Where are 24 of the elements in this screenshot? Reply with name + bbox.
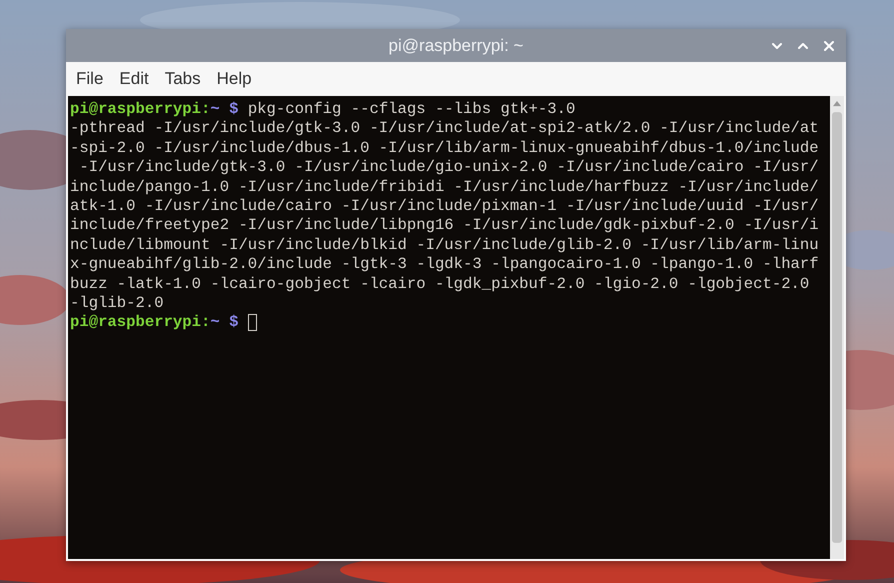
output-line: -lglib-2.0 bbox=[70, 294, 164, 314]
command-text: pkg-config --cflags --libs gtk+-3.0 bbox=[248, 100, 576, 120]
output-line: -I/usr/include/gtk-3.0 -I/usr/include/gio-unix-2.0 -I/usr/include/cairo -I/usr/ bbox=[78, 158, 819, 178]
menu-item[interactable]: File bbox=[70, 67, 110, 91]
menu-item[interactable]: Tabs bbox=[158, 67, 207, 91]
prompt-symbol: $ bbox=[229, 313, 238, 333]
scrollbar[interactable] bbox=[830, 96, 844, 559]
menu-item[interactable]: Edit bbox=[113, 67, 155, 91]
output-line: -pthread -I/usr/include/gtk-3.0 -I/usr/include/at-spi2-atk/2.0 -I/usr/include/at bbox=[70, 119, 819, 139]
output-line: atk-1.0 -I/usr/include/cairo -I/usr/include/pixman-1 -I/usr/include/uuid -I/usr/ bbox=[70, 196, 819, 216]
prompt-user-host: pi@raspberrypi: bbox=[70, 100, 210, 120]
output-line: buzz -latk-1.0 -lcairo-gobject -lcairo -lgdk_pixbuf-2.0 -lgio-2.0 -lgobject-2.0 bbox=[70, 274, 810, 294]
output-line: include/freetype2 -I/usr/include/libpng16 -I/usr/include/gdk-pixbuf-2.0 -I/usr/i bbox=[70, 216, 819, 236]
output-line: -spi-2.0 -I/usr/include/dbus-1.0 -I/usr/lib/arm-linux-gnueabihf/dbus-1.0/include bbox=[70, 138, 819, 158]
prompt-user-host: pi@raspberrypi: bbox=[70, 313, 210, 333]
output-line: include/pango-1.0 -I/usr/include/fribidi -I/usr/include/harfbuzz -I/usr/include/ bbox=[70, 178, 819, 197]
prompt-symbol: $ bbox=[229, 100, 238, 120]
window-title: pi@raspberrypi: ~ bbox=[388, 36, 524, 56]
close-icon bbox=[821, 38, 837, 54]
output-line: x-gnueabihf/glib-2.0/include -lgtk-3 -lgdk-3 -lpangocairo-1.0 -lpango-1.0 -lharf bbox=[70, 255, 819, 275]
menu-item[interactable]: Help bbox=[210, 67, 258, 91]
prompt-path: ~ bbox=[210, 313, 220, 333]
prompt-path: ~ bbox=[210, 100, 220, 120]
output-line: nclude/libmount -I/usr/include/blkid -I/usr/include/glib-2.0 -I/usr/lib/arm-linu bbox=[70, 236, 819, 256]
